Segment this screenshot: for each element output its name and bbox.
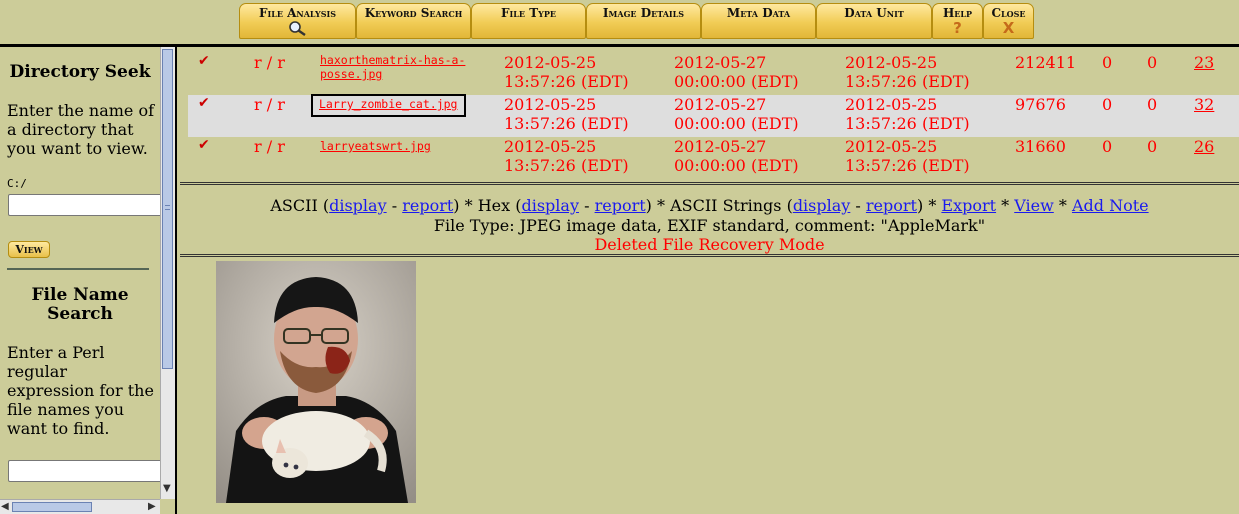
ascii-display-link[interactable]: display xyxy=(329,196,387,215)
tab-file-analysis[interactable]: File Analysis xyxy=(239,3,356,39)
file-uid: 0 xyxy=(1102,137,1113,156)
directory-input[interactable] xyxy=(8,194,160,216)
file-size: 97676 xyxy=(1015,95,1066,114)
grip-icon xyxy=(165,205,170,210)
created-time: 2012-05-25 13:57:26 (EDT) xyxy=(845,95,970,133)
tab-meta-data[interactable]: Meta Data xyxy=(701,3,816,39)
file-gid: 0 xyxy=(1147,137,1158,156)
tab-help-label: Help xyxy=(942,6,973,20)
view-link[interactable]: View xyxy=(1014,196,1054,215)
file-row[interactable]: ✔ r / r haxorthematrix-has-a-posse.jpg 2… xyxy=(188,53,1239,95)
strings-display-link[interactable]: display xyxy=(793,196,851,215)
zombie-cat-photo xyxy=(216,261,416,503)
magnifier-icon xyxy=(240,20,355,39)
view-button[interactable]: View xyxy=(8,241,50,258)
file-info-divider xyxy=(180,254,1239,257)
directory-seek-description: Enter the name of a directory that you w… xyxy=(7,101,155,158)
directory-seek-title: Directory Seek xyxy=(9,62,151,82)
file-row-selected[interactable]: ✔ r / r Larry_zombie_cat.jpg 2012-05-25 … xyxy=(188,94,1239,137)
file-list-divider xyxy=(180,182,1239,185)
tab-help[interactable]: Help ? xyxy=(932,3,983,39)
strings-report-link[interactable]: report xyxy=(866,196,917,215)
meta-link[interactable]: 32 xyxy=(1194,95,1214,114)
written-time: 2012-05-25 13:57:26 (EDT) xyxy=(504,137,629,175)
meta-link[interactable]: 26 xyxy=(1194,137,1214,156)
deleted-check-icon: ✔ xyxy=(198,137,210,153)
add-note-link[interactable]: Add Note xyxy=(1072,196,1149,215)
hex-label: Hex xyxy=(477,196,511,215)
file-name-search-title: File Name Search xyxy=(31,285,129,324)
accessed-time: 2012-05-27 00:00:00 (EDT) xyxy=(674,53,799,91)
file-uid: 0 xyxy=(1102,53,1113,72)
deleted-check-icon: ✔ xyxy=(198,53,210,69)
file-name-search-description: Enter a Perl regular expression for the … xyxy=(7,343,154,438)
tab-data-unit[interactable]: Data Unit xyxy=(816,3,932,39)
file-row[interactable]: ✔ r / r larryeatswrt.jpg 2012-05-25 13:5… xyxy=(188,137,1239,179)
recovery-mode-label: Deleted File Recovery Mode xyxy=(594,235,825,254)
file-info-panel: ASCII (display - report) * Hex (display … xyxy=(180,188,1239,256)
scroll-down-icon[interactable]: ▼ xyxy=(163,483,171,494)
scroll-right-icon[interactable]: ▶ xyxy=(148,501,156,512)
sidebar-content: Directory Seek Enter the name of a direc… xyxy=(0,47,160,499)
written-time: 2012-05-25 13:57:26 (EDT) xyxy=(504,95,629,133)
created-time: 2012-05-25 13:57:26 (EDT) xyxy=(845,53,970,91)
file-uid: 0 xyxy=(1102,95,1113,114)
accessed-time: 2012-05-27 00:00:00 (EDT) xyxy=(674,137,799,175)
written-time: 2012-05-25 13:57:26 (EDT) xyxy=(504,53,629,91)
tab-meta-data-label: Meta Data xyxy=(726,6,791,20)
tab-file-analysis-label: File Analysis xyxy=(258,6,337,20)
tab-file-type-label: File Type xyxy=(501,6,556,20)
sidebar-vertical-scrollbar[interactable]: ▼ xyxy=(160,47,175,499)
sidebar: Directory Seek Enter the name of a direc… xyxy=(0,47,177,514)
tab-keyword-search[interactable]: Keyword Search xyxy=(356,3,471,39)
file-type: r / r xyxy=(254,95,285,114)
sidebar-divider xyxy=(7,268,149,270)
file-actions: ASCII (display - report) * Hex (display … xyxy=(270,196,1149,215)
directory-path-label: C:/ xyxy=(7,177,27,190)
ascii-label: ASCII xyxy=(270,196,318,215)
tab-file-type[interactable]: File Type xyxy=(471,3,586,39)
tab-close-label: Close xyxy=(991,6,1026,20)
file-name-search-input[interactable] xyxy=(8,460,160,482)
file-gid: 0 xyxy=(1147,53,1158,72)
file-gid: 0 xyxy=(1147,95,1158,114)
close-icon: X xyxy=(1002,19,1015,37)
file-size: 212411 xyxy=(1015,53,1077,72)
ascii-report-link[interactable]: report xyxy=(402,196,453,215)
file-type: r / r xyxy=(254,53,285,72)
file-name-link[interactable]: haxorthematrix-has-a-posse.jpg xyxy=(320,53,470,81)
file-size: 31660 xyxy=(1015,137,1066,156)
export-link[interactable]: Export xyxy=(941,196,996,215)
sidebar-horizontal-scroll-thumb[interactable] xyxy=(12,502,92,512)
file-list: ✔ r / r haxorthematrix-has-a-posse.jpg 2… xyxy=(180,47,1239,183)
image-preview xyxy=(216,261,416,503)
tab-data-unit-label: Data Unit xyxy=(844,6,904,20)
sidebar-horizontal-scrollbar[interactable]: ◀ ▶ xyxy=(0,499,160,514)
tab-image-details-label: Image Details xyxy=(602,6,685,20)
hex-display-link[interactable]: display xyxy=(521,196,579,215)
tab-bar: File Analysis Keyword Search File Type I… xyxy=(239,3,1034,41)
tab-close[interactable]: Close X xyxy=(983,3,1034,39)
meta-link[interactable]: 23 xyxy=(1194,53,1214,72)
ascii-strings-label: ASCII Strings xyxy=(670,196,782,215)
question-icon: ? xyxy=(953,19,962,37)
toolbar: File Analysis Keyword Search File Type I… xyxy=(0,0,1239,47)
tab-image-details[interactable]: Image Details xyxy=(586,3,701,39)
file-type-description: File Type: JPEG image data, EXIF standar… xyxy=(433,216,986,235)
deleted-check-icon: ✔ xyxy=(198,95,210,111)
created-time: 2012-05-25 13:57:26 (EDT) xyxy=(845,137,970,175)
sidebar-vertical-scroll-thumb[interactable] xyxy=(162,49,173,369)
scroll-left-icon[interactable]: ◀ xyxy=(1,501,9,512)
hex-report-link[interactable]: report xyxy=(595,196,646,215)
file-name-link[interactable]: larryeatswrt.jpg xyxy=(320,139,431,153)
file-type: r / r xyxy=(254,137,285,156)
file-name-link[interactable]: Larry_zombie_cat.jpg xyxy=(319,97,457,111)
accessed-time: 2012-05-27 00:00:00 (EDT) xyxy=(674,95,799,133)
tab-keyword-search-label: Keyword Search xyxy=(364,6,463,20)
